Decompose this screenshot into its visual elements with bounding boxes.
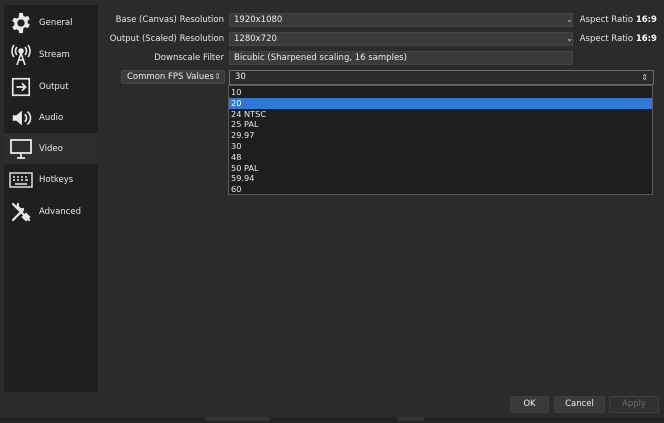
base-resolution-label: Base (Canvas) Resolution	[115, 15, 224, 25]
apply-button[interactable]: Apply	[609, 396, 659, 413]
speaker-icon	[8, 106, 34, 130]
updown-arrows-icon: ⇕	[214, 72, 221, 81]
downscale-filter-value: Bicubic (Sharpened scaling, 16 samples)	[234, 53, 407, 63]
output-resolution-combo[interactable]: 1280x720	[229, 32, 573, 46]
chevron-down-icon[interactable]: ⌄	[566, 13, 577, 27]
monitor-icon	[8, 137, 34, 161]
keyboard-icon	[8, 168, 34, 192]
chevron-down-icon[interactable]: ⌄	[566, 32, 577, 46]
updown-arrows-icon: ⇕	[641, 73, 648, 82]
settings-window: General Stream Output Audio Video Hotkey…	[0, 0, 664, 423]
fps-dropdown-list: 10 20 24 NTSC 25 PAL 29.97 30 48 50 PAL 59.94 60	[228, 85, 653, 195]
sidebar-item-label: Video	[39, 143, 63, 154]
base-aspect-prefix: Aspect Ratio	[579, 15, 634, 25]
fps-value-text: 30	[235, 72, 246, 82]
bottom-strip	[0, 417, 664, 423]
base-aspect-ratio: ⌄ Aspect Ratio 16:9	[566, 13, 657, 27]
base-aspect-value: 16:9	[635, 15, 657, 25]
sidebar-item-output[interactable]: Output	[4, 71, 98, 102]
sidebar-item-audio[interactable]: Audio	[4, 102, 98, 133]
tools-icon	[8, 200, 34, 224]
fps-option[interactable]: 48	[229, 152, 652, 163]
fps-value-select[interactable]: 30 ⇕	[229, 70, 654, 85]
background-artifact	[205, 417, 270, 421]
fps-option[interactable]: 50 PAL	[229, 163, 652, 174]
output-icon	[8, 75, 34, 99]
sidebar-item-video[interactable]: Video	[4, 133, 98, 164]
cancel-button[interactable]: Cancel	[554, 396, 605, 413]
sidebar-item-label: Advanced	[39, 206, 81, 217]
downscale-filter-label: Downscale Filter	[154, 53, 224, 63]
fps-option[interactable]: 10	[229, 87, 652, 98]
fps-option[interactable]: 59.94	[229, 173, 652, 184]
sidebar-item-label: Output	[39, 81, 69, 92]
output-aspect-value: 16:9	[635, 34, 657, 44]
fps-option[interactable]: 20	[229, 97, 652, 109]
fps-option[interactable]: 60	[229, 184, 652, 195]
output-resolution-value: 1280x720	[234, 34, 277, 44]
fps-option[interactable]: 30	[229, 141, 652, 152]
ok-button[interactable]: OK	[510, 396, 549, 413]
output-aspect-prefix: Aspect Ratio	[579, 34, 634, 44]
sidebar-item-advanced[interactable]: Advanced	[4, 196, 98, 227]
fps-option[interactable]: 29.97	[229, 130, 652, 141]
fps-option[interactable]: 25 PAL	[229, 119, 652, 130]
background-artifact	[398, 417, 424, 421]
sidebar-item-label: Hotkeys	[39, 174, 74, 185]
base-resolution-combo[interactable]: 1920x1080	[229, 13, 573, 27]
fps-type-select[interactable]: Common FPS Values ⇕	[121, 70, 225, 84]
output-aspect-ratio: ⌄ Aspect Ratio 16:9	[566, 32, 657, 46]
output-resolution-label: Output (Scaled) Resolution	[109, 34, 224, 44]
downscale-filter-combo[interactable]: Bicubic (Sharpened scaling, 16 samples)	[229, 51, 573, 65]
sidebar-item-label: Audio	[39, 112, 64, 123]
sidebar-item-hotkeys[interactable]: Hotkeys	[4, 164, 98, 195]
fps-type-value: Common FPS Values	[127, 72, 214, 82]
base-resolution-value: 1920x1080	[234, 15, 283, 25]
fps-option[interactable]: 24 NTSC	[229, 109, 652, 120]
